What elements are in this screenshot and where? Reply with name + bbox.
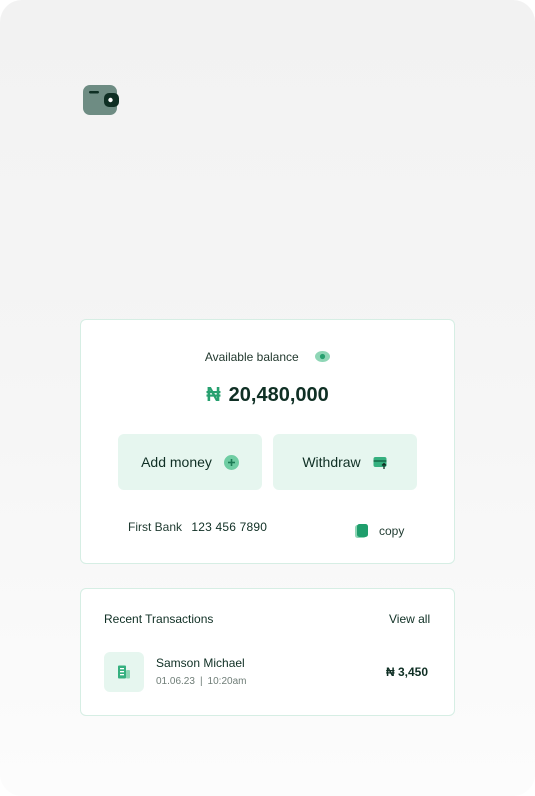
transaction-time: 10:20am: [207, 676, 247, 687]
withdraw-button[interactable]: Withdraw: [273, 434, 417, 490]
transaction-avatar: [104, 652, 144, 692]
transaction-datetime: 01.06.23 | 10:20am: [156, 676, 246, 687]
account-number: 123 456 7890: [191, 520, 268, 534]
transactions-title: Recent Transactions: [104, 612, 214, 626]
add-money-button[interactable]: Add money: [118, 434, 262, 490]
bank-name: First Bank: [128, 520, 183, 534]
transaction-date: 01.06.23: [156, 676, 195, 687]
wallet-icon: [83, 85, 119, 115]
balance-header: Available balance: [0, 348, 535, 366]
copy-button[interactable]: copy: [355, 524, 404, 538]
view-all-link[interactable]: View all: [389, 612, 430, 626]
withdraw-label: Withdraw: [302, 454, 361, 470]
building-icon: [118, 665, 130, 679]
add-money-label: Add money: [141, 454, 212, 470]
balance-label: Available balance: [204, 349, 299, 364]
transaction-amount: ₦ 3,450: [386, 665, 429, 679]
app-frame: Available balance ₦ 20,480,000 Add money …: [0, 0, 535, 796]
plus-circle-icon: [223, 454, 239, 470]
balance-amount: ₦ 20,480,000: [0, 384, 535, 407]
currency-symbol: ₦: [206, 384, 221, 406]
transaction-separator: |: [199, 676, 203, 687]
copy-label: copy: [379, 524, 405, 538]
copy-icon: [355, 524, 368, 538]
bank-details: First Bank 123 456 7890: [128, 520, 267, 534]
balance-value: 20,480,000: [228, 384, 329, 406]
card-withdraw-icon: [373, 456, 387, 469]
transaction-name: Samson Michael: [156, 656, 245, 670]
eye-icon[interactable]: [315, 351, 331, 363]
